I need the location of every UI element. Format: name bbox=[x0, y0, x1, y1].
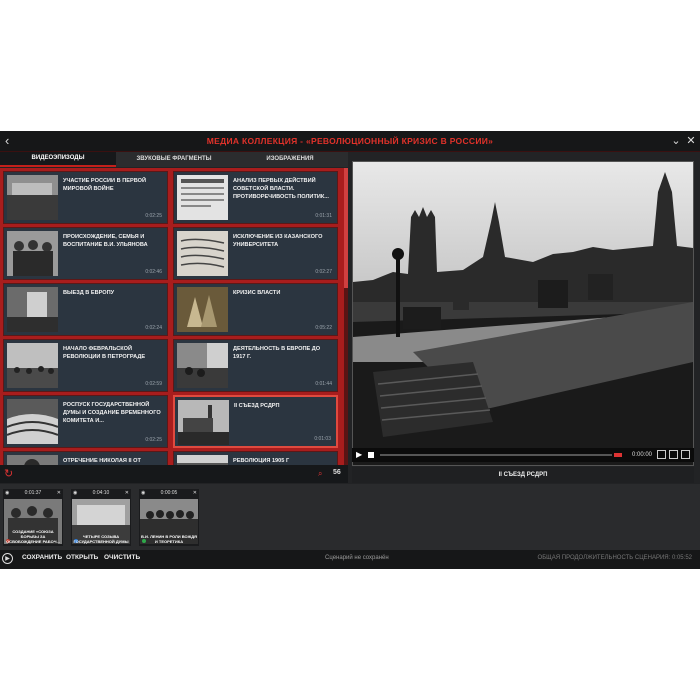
clip-thumbnail bbox=[7, 231, 58, 276]
scenario-card-header: ◉ 0:00:05 ✕ bbox=[139, 489, 199, 498]
clip-title: ДЕЯТЕЛЬНОСТЬ В ЕВРОПЕ ДО 1917 Г. bbox=[233, 346, 321, 360]
scrollbar-thumb[interactable] bbox=[344, 168, 348, 288]
save-status: Сценарий не сохранён bbox=[325, 555, 389, 561]
scenario-caption: В.И. ЛЕНИН В РОЛИ ВОЖДЯ И ТЕОРЕТИКА bbox=[141, 534, 197, 544]
scenario-time: 0:01:37 bbox=[24, 490, 42, 496]
clip-grid-footer: ↻ ⌕ 56 bbox=[0, 465, 348, 483]
search-icon[interactable]: ⌕ bbox=[318, 469, 328, 479]
clip-card[interactable]: ПРОИСХОЖДЕНИЕ, СЕМЬЯ И ВОСПИТАНИЕ В.И. У… bbox=[3, 227, 168, 280]
subtitles-icon[interactable] bbox=[657, 450, 666, 459]
refresh-icon[interactable]: ↻ bbox=[4, 468, 16, 480]
clip-thumbnail bbox=[177, 455, 228, 465]
scenario-card[interactable]: ◉ 0:00:05 ✕ В.И. ЛЕНИН В РОЛИ ВОЖДЯ И ТЕ… bbox=[139, 489, 199, 546]
clip-thumbnail bbox=[7, 287, 58, 332]
scenario-time: 0:00:05 bbox=[160, 490, 178, 496]
clip-title: II СЪЕЗД РСДРП bbox=[234, 403, 280, 409]
tab-audio-fragments[interactable]: ЗВУКОВЫЕ ФРАГМЕНТЫ bbox=[116, 152, 232, 167]
clip-title: РОСПУСК ГОСУДАРСТВЕННОЙ ДУМЫ И СОЗДАНИЕ … bbox=[63, 402, 161, 424]
clip-count: 56 bbox=[333, 469, 341, 476]
clip-title: РЕВОЛЮЦИЯ 1905 Г bbox=[233, 458, 290, 464]
clip-title: ВЫЕЗД В ЕВРОПУ bbox=[63, 290, 115, 296]
clip-duration: 0:02:24 bbox=[145, 325, 162, 331]
clip-card[interactable]: ВЫЕЗД В ЕВРОПУ 0:02:24 bbox=[3, 283, 168, 336]
scenario-card-header: ◉ 0:01:37 ✕ bbox=[3, 489, 63, 498]
clip-duration: 0:02:25 bbox=[145, 437, 162, 443]
clip-thumbnail bbox=[177, 287, 228, 332]
clip-duration: 0:05:22 bbox=[315, 325, 332, 331]
clip-card[interactable]: КРИЗИС ВЛАСТИ 0:05:22 bbox=[173, 283, 338, 336]
clip-card-selected[interactable]: II СЪЕЗД РСДРП 0:01:03 bbox=[173, 395, 338, 448]
fullscreen-icon[interactable] bbox=[681, 450, 690, 459]
clip-title: ИСКЛЮЧЕНИЕ ИЗ КАЗАНСКОГО УНИВЕРСИТЕТА bbox=[233, 234, 323, 248]
bottom-toolbar: ▶ СОХРАНИТЬ ОТКРЫТЬ ОЧИСТИТЬ Сценарий не… bbox=[0, 550, 700, 569]
clip-duration: 0:01:03 bbox=[314, 436, 331, 442]
media-tabs: ВИДЕОЭПИЗОДЫ ЗВУКОВЫЕ ФРАГМЕНТЫ ИЗОБРАЖЕ… bbox=[0, 152, 348, 167]
clip-thumbnail bbox=[178, 400, 229, 445]
tab-video-episodes[interactable]: ВИДЕОЭПИЗОДЫ bbox=[0, 152, 116, 167]
clip-duration: 0:01:44 bbox=[315, 381, 332, 387]
total-duration: ОБЩАЯ ПРОДОЛЖИТЕЛЬНОСТЬ СЦЕНАРИЯ: 0:05:5… bbox=[537, 555, 692, 561]
scenario-caption: ЧЕТЫРЕ СОЗЫВА ГОСУДАРСТВЕННОЙ ДУМЫ bbox=[73, 534, 129, 544]
clip-duration: 0:02:27 bbox=[315, 269, 332, 275]
clip-grid: УЧАСТИЕ РОССИИ В ПЕРВОЙ МИРОВОЙ ВОЙНЕ 0:… bbox=[0, 168, 348, 465]
clip-card[interactable]: ДЕЯТЕЛЬНОСТЬ В ЕВРОПЕ ДО 1917 Г. 0:01:44 bbox=[173, 339, 338, 392]
back-icon[interactable]: ‹ bbox=[5, 133, 19, 149]
clip-duration: 0:01:31 bbox=[315, 213, 332, 219]
clip-title: НАЧАЛО ФЕВРАЛЬСКОЙ РЕВОЛЮЦИИ В ПЕТРОГРАД… bbox=[63, 346, 146, 360]
volume-icon[interactable] bbox=[614, 453, 622, 457]
scenario-card[interactable]: ◉ 0:01:37 ✕ СОЗДАНИЕ «СОЮЗА БОРЬБЫ ЗА ОС… bbox=[3, 489, 63, 546]
clip-thumbnail bbox=[7, 175, 58, 220]
media-collection-window: ‹ МЕДИА КОЛЛЕКЦИЯ - «РЕВОЛЮЦИОННЫЙ КРИЗИ… bbox=[0, 131, 700, 569]
clip-card[interactable]: РЕВОЛЮЦИЯ 1905 Г bbox=[173, 451, 338, 465]
clip-card[interactable]: УЧАСТИЕ РОССИИ В ПЕРВОЙ МИРОВОЙ ВОЙНЕ 0:… bbox=[3, 171, 168, 224]
clip-thumbnail bbox=[7, 455, 58, 465]
clip-thumbnail bbox=[177, 175, 228, 220]
clip-title: ПРОИСХОЖДЕНИЕ, СЕМЬЯ И ВОСПИТАНИЕ В.И. У… bbox=[63, 234, 148, 248]
clear-button[interactable]: ОЧИСТИТЬ bbox=[104, 554, 140, 561]
playback-time: 0:00:00 bbox=[632, 452, 653, 458]
scenario-card-header: ◉ 0:04:10 ✕ bbox=[71, 489, 131, 498]
clip-title: КРИЗИС ВЛАСТИ bbox=[233, 290, 281, 296]
clip-duration: 0:02:46 bbox=[145, 269, 162, 275]
clip-thumbnail bbox=[7, 399, 58, 444]
clip-title: УЧАСТИЕ РОССИИ В ПЕРВОЙ МИРОВОЙ ВОЙНЕ bbox=[63, 178, 146, 192]
video-frame bbox=[353, 162, 693, 465]
clip-duration: 0:02:59 bbox=[145, 381, 162, 387]
remove-icon[interactable]: ✕ bbox=[125, 489, 129, 498]
play-icon[interactable]: ▶ bbox=[356, 450, 364, 460]
clip-thumbnail bbox=[7, 343, 58, 388]
play-scenario-icon[interactable]: ▶ bbox=[2, 553, 13, 564]
seek-bar[interactable] bbox=[380, 454, 612, 456]
player-controls: ▶ 0:00:00 bbox=[352, 448, 694, 462]
stop-icon[interactable] bbox=[368, 452, 374, 458]
remove-icon[interactable]: ✕ bbox=[193, 489, 197, 498]
clip-card[interactable]: АНАЛИЗ ПЕРВЫХ ДЕЙСТВИЙ СОВЕТСКОЙ ВЛАСТИ.… bbox=[173, 171, 338, 224]
clip-card[interactable]: ИСКЛЮЧЕНИЕ ИЗ КАЗАНСКОГО УНИВЕРСИТЕТА 0:… bbox=[173, 227, 338, 280]
scenario-caption: СОЗДАНИЕ «СОЮЗА БОРЬБЫ ЗА ОСВОБОЖДЕНИЕ Р… bbox=[6, 529, 60, 544]
save-button[interactable]: СОХРАНИТЬ bbox=[22, 554, 62, 561]
scenario-strip: ◉ 0:01:37 ✕ СОЗДАНИЕ «СОЮЗА БОРЬБЫ ЗА ОС… bbox=[0, 484, 700, 550]
title-bar: ‹ МЕДИА КОЛЛЕКЦИЯ - «РЕВОЛЮЦИОННЫЙ КРИЗИ… bbox=[0, 131, 700, 152]
scenario-time: 0:04:10 bbox=[92, 490, 110, 496]
clip-grid-scrollbar[interactable] bbox=[344, 168, 348, 465]
screen-icon[interactable] bbox=[669, 450, 678, 459]
remove-icon[interactable]: ✕ bbox=[57, 489, 61, 498]
clip-card[interactable]: РОСПУСК ГОСУДАРСТВЕННОЙ ДУМЫ И СОЗДАНИЕ … bbox=[3, 395, 168, 448]
clip-title: ОТРЕЧЕНИЕ НИКОЛАЯ II ОТ ПРЕСТОЛА bbox=[63, 458, 141, 464]
clip-card[interactable]: ОТРЕЧЕНИЕ НИКОЛАЯ II ОТ ПРЕСТОЛА bbox=[3, 451, 168, 465]
clip-title: АНАЛИЗ ПЕРВЫХ ДЕЙСТВИЙ СОВЕТСКОЙ ВЛАСТИ.… bbox=[233, 178, 329, 200]
clip-thumbnail bbox=[177, 231, 228, 276]
scenario-card[interactable]: ◉ 0:04:10 ✕ ЧЕТЫРЕ СОЗЫВА ГОСУДАРСТВЕННО… bbox=[71, 489, 131, 546]
close-icon[interactable]: ✕ bbox=[685, 133, 697, 149]
minimize-icon[interactable]: ⌄ bbox=[670, 133, 682, 149]
clip-thumbnail bbox=[177, 343, 228, 388]
video-caption: II СЪЕЗД РСДРП bbox=[352, 467, 694, 483]
tab-images[interactable]: ИЗОБРАЖЕНИЯ bbox=[232, 152, 348, 167]
clip-duration: 0:02:25 bbox=[145, 213, 162, 219]
video-player[interactable] bbox=[352, 161, 694, 466]
window-title: МЕДИА КОЛЛЕКЦИЯ - «РЕВОЛЮЦИОННЫЙ КРИЗИС … bbox=[206, 136, 494, 146]
clip-card[interactable]: НАЧАЛО ФЕВРАЛЬСКОЙ РЕВОЛЮЦИИ В ПЕТРОГРАД… bbox=[3, 339, 168, 392]
open-button[interactable]: ОТКРЫТЬ bbox=[66, 554, 98, 561]
